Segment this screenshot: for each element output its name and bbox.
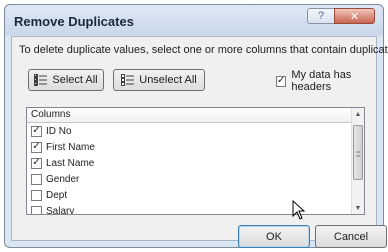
ok-button[interactable]: OK xyxy=(238,225,310,248)
column-label: Last Name xyxy=(46,157,95,169)
scroll-thumb[interactable]: ═ ═ xyxy=(353,125,363,180)
question-icon: ? xyxy=(317,10,325,22)
column-checkbox[interactable]: ✓ xyxy=(31,141,42,153)
headers-checkbox[interactable]: ✓ xyxy=(276,75,287,87)
close-button[interactable]: ✕ xyxy=(334,8,375,24)
list-item[interactable]: Salary xyxy=(27,203,364,215)
close-icon: ✕ xyxy=(349,10,360,23)
title-bar-buttons: ? ✕ xyxy=(307,8,375,24)
vertical-scrollbar[interactable]: ▲ ═ ═ ▼ xyxy=(351,108,364,214)
unselect-all-list-icon xyxy=(121,74,135,86)
list-item[interactable]: ✓ Last Name xyxy=(27,155,364,171)
dialog-content: To delete duplicate values, select one o… xyxy=(11,36,388,248)
cancel-button[interactable]: Cancel xyxy=(315,225,387,248)
column-label: ID No xyxy=(46,125,72,137)
list-item[interactable]: ✓ ID No xyxy=(27,123,364,139)
select-all-button[interactable]: Select All xyxy=(28,69,104,91)
dialog-title: Remove Duplicates xyxy=(14,14,134,29)
mouse-pointer-icon xyxy=(292,200,306,220)
columns-listbox[interactable]: Columns ✓ ID No ✓ First Name ✓ Last Name… xyxy=(26,107,365,215)
column-checkbox[interactable] xyxy=(31,205,42,214)
select-all-list-icon xyxy=(34,74,48,86)
remove-duplicates-dialog: Remove Duplicates ? ✕ To delete duplicat… xyxy=(4,4,388,248)
column-checkbox[interactable] xyxy=(31,173,42,185)
select-all-label: Select All xyxy=(52,74,98,86)
column-checkbox[interactable]: ✓ xyxy=(31,125,42,137)
ok-label: OK xyxy=(266,230,282,243)
scroll-up-arrow-icon[interactable]: ▲ xyxy=(352,108,364,120)
column-label: Gender xyxy=(46,173,80,185)
scroll-down-arrow-icon[interactable]: ▼ xyxy=(352,202,364,214)
column-label: First Name xyxy=(46,141,95,153)
my-data-has-headers-option[interactable]: ✓ My data has headers xyxy=(276,69,376,93)
instructions-text: To delete duplicate values, select one o… xyxy=(19,44,388,56)
headers-label: My data has headers xyxy=(291,69,352,93)
grip-icon: ═ ═ xyxy=(356,150,361,160)
column-label: Salary xyxy=(46,205,75,215)
column-label: Dept xyxy=(46,189,68,201)
cancel-label: Cancel xyxy=(333,230,369,243)
columns-header: Columns xyxy=(27,108,364,123)
list-item[interactable]: Gender xyxy=(27,171,364,187)
unselect-all-button[interactable]: Unselect All xyxy=(113,69,205,91)
column-checkbox[interactable]: ✓ xyxy=(31,157,42,169)
list-item[interactable]: ✓ First Name xyxy=(27,139,364,155)
help-button[interactable]: ? xyxy=(307,8,334,24)
unselect-all-label: Unselect All xyxy=(139,74,197,86)
column-checkbox[interactable] xyxy=(31,189,42,201)
list-item[interactable]: Dept xyxy=(27,187,364,203)
